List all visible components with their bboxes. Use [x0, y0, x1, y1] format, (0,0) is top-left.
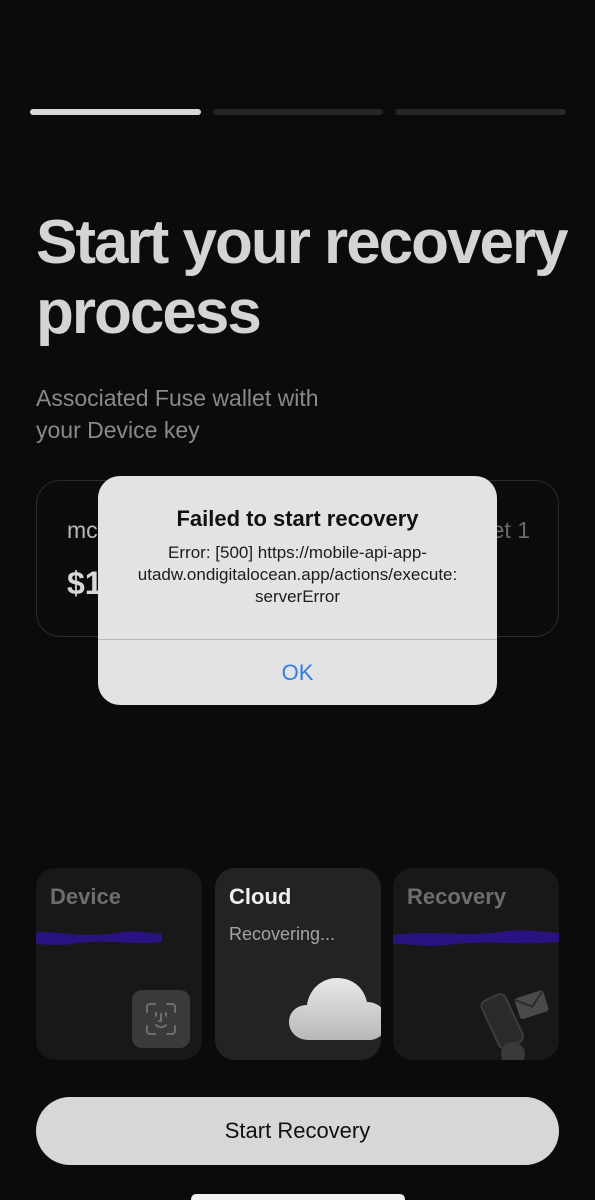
cloud-key-title: Cloud [229, 884, 292, 909]
alert-message: Error: [500] https://mobile-api-app-utad… [137, 543, 458, 606]
cloud-key-status: Recovering... [229, 924, 336, 944]
progress-step-2 [212, 109, 384, 115]
progress-step-1 [30, 109, 201, 115]
progress-indicator [30, 109, 567, 115]
alert-ok-button[interactable]: OK [98, 640, 497, 705]
redaction-scribble [393, 930, 559, 946]
page-title: Start your recovery process [36, 208, 569, 347]
cloud-key-card[interactable]: Cloud Recovering... [215, 868, 381, 1060]
cloud-icon [289, 978, 381, 1040]
wallet-name: mc [67, 517, 98, 543]
face-id-icon [132, 990, 190, 1048]
error-alert-dialog: Failed to start recovery Error: [500] ht… [98, 476, 497, 705]
device-key-card[interactable]: Device [36, 868, 202, 1060]
device-key-title: Device [50, 884, 121, 909]
page-subtitle: Associated Fuse wallet with your Device … [36, 385, 319, 443]
phone-envelope-icon [480, 990, 549, 1060]
progress-step-3 [395, 109, 567, 115]
start-recovery-button[interactable]: Start Recovery [36, 1097, 559, 1165]
home-indicator[interactable] [191, 1194, 405, 1200]
recovery-key-card[interactable]: Recovery [393, 868, 559, 1060]
alert-title: Failed to start recovery [176, 506, 419, 531]
recovery-screen: Start your recovery process Associated F… [0, 0, 595, 1200]
recovery-key-title: Recovery [407, 884, 507, 909]
redaction-scribble [36, 931, 162, 945]
wallet-tag: et 1 [491, 517, 530, 543]
